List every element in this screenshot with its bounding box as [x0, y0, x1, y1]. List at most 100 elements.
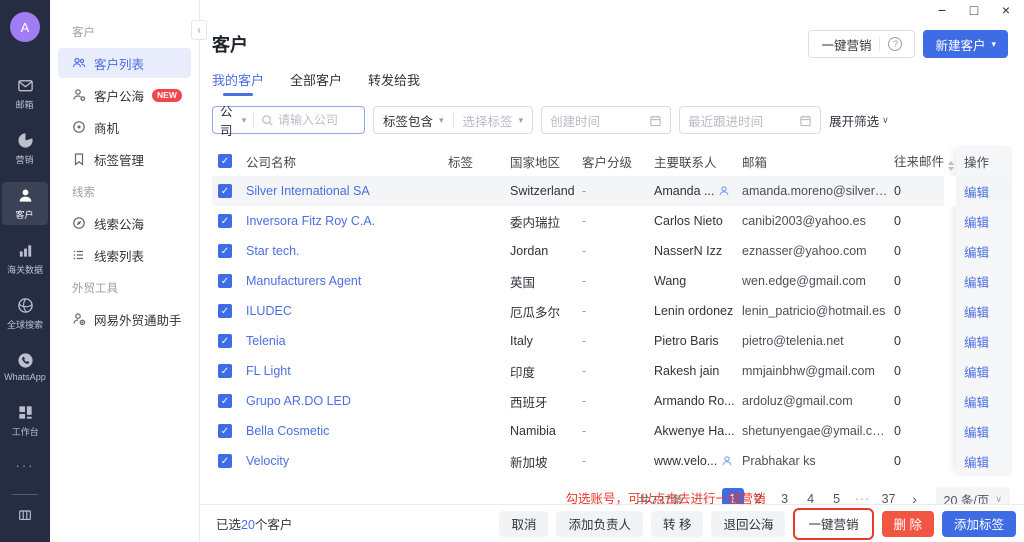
- table-row[interactable]: ✓ Silver International SA Switzerland - …: [212, 176, 1012, 206]
- panel-toggle-icon[interactable]: [17, 507, 33, 528]
- chevron-down-icon: ▾: [991, 40, 996, 49]
- sort-icon[interactable]: [948, 161, 954, 171]
- tag-mode-select[interactable]: 标签包含 ▾: [374, 111, 453, 130]
- row-checkbox[interactable]: ✓: [218, 184, 232, 198]
- help-icon[interactable]: ?: [888, 37, 902, 51]
- col-country: 国家地区: [510, 152, 582, 171]
- sidebar-item-leads-list[interactable]: 线索列表: [58, 240, 191, 270]
- table-row[interactable]: ✓ Manufacturers Agent 英国 - Wang wen.edge…: [212, 266, 1012, 296]
- edit-link[interactable]: 编辑: [964, 336, 989, 350]
- create-time-filter[interactable]: 创建时间: [541, 106, 671, 134]
- edit-link[interactable]: 编辑: [964, 276, 989, 290]
- edit-link[interactable]: 编辑: [964, 216, 989, 230]
- row-checkbox[interactable]: ✓: [218, 274, 232, 288]
- contact-person-icon[interactable]: [718, 185, 730, 197]
- page-title: 客户: [212, 31, 248, 57]
- select-all-checkbox[interactable]: ✓: [218, 154, 232, 168]
- mails-cell: 0: [894, 244, 944, 258]
- table-row[interactable]: ✓ Inversora Fitz Roy C.A. 委内瑞拉 - Carlos …: [212, 206, 1012, 236]
- company-link[interactable]: Velocity: [246, 454, 448, 468]
- edit-link[interactable]: 编辑: [964, 306, 989, 320]
- company-link[interactable]: Silver International SA: [246, 184, 448, 198]
- sidebar-item-customer-list[interactable]: 客户列表: [58, 48, 191, 78]
- sidebar-item-leads-pool[interactable]: 线索公海: [58, 208, 191, 238]
- return-to-pool-button[interactable]: 退回公海: [711, 511, 785, 537]
- avatar[interactable]: A: [10, 12, 40, 42]
- rail-more-button[interactable]: ···: [16, 458, 35, 473]
- company-link[interactable]: Grupo AR.DO LED: [246, 394, 448, 408]
- row-checkbox[interactable]: ✓: [218, 334, 232, 348]
- company-link[interactable]: Manufacturers Agent: [246, 274, 448, 288]
- rail-item-workbench[interactable]: 工作台: [2, 399, 48, 442]
- company-search-input[interactable]: [278, 113, 364, 127]
- rail-item-customs-data[interactable]: 海关数据: [2, 237, 48, 280]
- annotation-highlight-box: 勾选账号，可以点击去进行一键营销 一键营销: [793, 508, 873, 540]
- minimize-button[interactable]: −: [934, 2, 950, 18]
- table-row[interactable]: ✓ Bella Cosmetic Namibia - Akwenye Ha...…: [212, 416, 1012, 446]
- tab-my-customers[interactable]: 我的客户: [212, 70, 264, 98]
- company-link[interactable]: Inversora Fitz Roy C.A.: [246, 214, 448, 228]
- rail-item-global-search[interactable]: 全球搜索: [2, 292, 48, 335]
- company-link[interactable]: Bella Cosmetic: [246, 424, 448, 438]
- row-checkbox[interactable]: ✓: [218, 454, 232, 468]
- company-field-select[interactable]: 公司 ▾: [213, 101, 253, 139]
- col-contact: 主要联系人: [654, 152, 742, 171]
- maximize-button[interactable]: □: [966, 2, 982, 18]
- edit-link[interactable]: 编辑: [964, 366, 989, 380]
- edit-link[interactable]: 编辑: [964, 456, 989, 470]
- contact-cell: NasserN Izz: [654, 244, 742, 258]
- edit-link[interactable]: 编辑: [964, 186, 989, 200]
- table-row[interactable]: ✓ Star tech. Jordan - NasserN Izz eznass…: [212, 236, 1012, 266]
- company-link[interactable]: Telenia: [246, 334, 448, 348]
- rail-item-marketing[interactable]: 营销: [2, 127, 48, 170]
- table-row[interactable]: ✓ FL Light 印度 - Rakesh jain mmjainbhw@gm…: [212, 356, 1012, 386]
- main-content: − □ × 客户 一键营销 ? 新建客户 ▾ 我的客户 全部客户 转发给我 公司…: [200, 0, 1024, 542]
- sidebar-item-trade-assistant[interactable]: 网易外贸通助手: [58, 304, 191, 334]
- sidebar-item-opportunity[interactable]: 商机: [58, 112, 191, 142]
- delete-button[interactable]: 删 除: [882, 511, 934, 537]
- chevron-down-icon: ▾: [439, 116, 444, 125]
- rail-item-customer[interactable]: 客户: [2, 182, 48, 225]
- table-row[interactable]: ✓ Velocity 新加坡 - www.velo... Prabhakar k…: [212, 446, 1012, 476]
- row-checkbox[interactable]: ✓: [218, 304, 232, 318]
- contact-person-icon[interactable]: [721, 455, 733, 467]
- tag-select[interactable]: 选择标签 ▾: [454, 111, 533, 130]
- mail-icon: [17, 77, 34, 94]
- row-checkbox[interactable]: ✓: [218, 214, 232, 228]
- transfer-button[interactable]: 转 移: [651, 511, 703, 537]
- company-link[interactable]: FL Light: [246, 364, 448, 378]
- add-tag-button[interactable]: 添加标签: [942, 511, 1016, 537]
- mails-cell: 0: [894, 364, 944, 378]
- mails-cell: 0: [894, 214, 944, 228]
- row-checkbox[interactable]: ✓: [218, 394, 232, 408]
- tab-forwarded-to-me[interactable]: 转发给我: [368, 70, 420, 98]
- row-checkbox[interactable]: ✓: [218, 424, 232, 438]
- sidebar-collapse-button[interactable]: ‹: [191, 20, 207, 40]
- company-link[interactable]: ILUDEC: [246, 304, 448, 318]
- company-link[interactable]: Star tech.: [246, 244, 448, 258]
- company-search-filter: 公司 ▾: [212, 106, 365, 134]
- new-customer-button[interactable]: 新建客户 ▾: [923, 30, 1008, 58]
- table-row[interactable]: ✓ Telenia Italy - Pietro Baris pietro@te…: [212, 326, 1012, 356]
- edit-link[interactable]: 编辑: [964, 426, 989, 440]
- edit-link[interactable]: 编辑: [964, 396, 989, 410]
- close-button[interactable]: ×: [998, 2, 1014, 18]
- table-row[interactable]: ✓ ILUDEC 厄瓜多尔 - Lenin ordonez lenin_patr…: [212, 296, 1012, 326]
- sidebar-item-tag-management[interactable]: 标签管理: [58, 144, 191, 174]
- table-row[interactable]: ✓ Grupo AR.DO LED 西班牙 - Armando Ro... ar…: [212, 386, 1012, 416]
- expand-filters-link[interactable]: 展开筛选 ∨: [829, 111, 889, 130]
- rail-item-mail[interactable]: 邮箱: [2, 72, 48, 115]
- sidebar-item-customer-pool[interactable]: 客户公海 NEW: [58, 80, 191, 110]
- edit-link[interactable]: 编辑: [964, 246, 989, 260]
- grade-cell: -: [582, 394, 654, 408]
- row-checkbox[interactable]: ✓: [218, 244, 232, 258]
- one-click-marketing-bulk-button[interactable]: 一键营销: [796, 511, 870, 537]
- row-checkbox[interactable]: ✓: [218, 364, 232, 378]
- follow-time-filter[interactable]: 最近跟进时间: [679, 106, 821, 134]
- add-owner-button[interactable]: 添加负责人: [556, 511, 643, 537]
- rail-item-whatsapp[interactable]: WhatsApp: [2, 347, 48, 387]
- cancel-button[interactable]: 取消: [499, 511, 548, 537]
- tab-all-customers[interactable]: 全部客户: [290, 70, 342, 98]
- country-cell: 西班牙: [510, 392, 582, 411]
- one-click-marketing-button[interactable]: 一键营销 ?: [808, 30, 915, 58]
